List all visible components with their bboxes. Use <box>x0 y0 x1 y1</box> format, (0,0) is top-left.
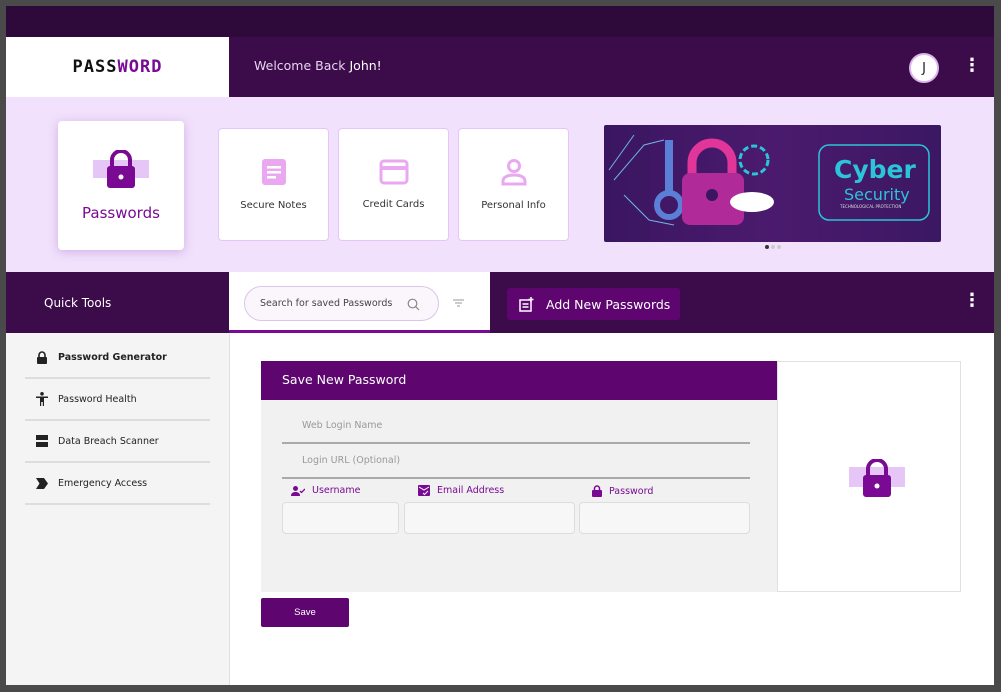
carousel-dot[interactable] <box>771 245 775 249</box>
search-area: Search for saved Passwords <box>229 272 490 333</box>
password-input[interactable] <box>579 502 750 534</box>
welcome-text: Welcome Back John! <box>254 58 382 73</box>
add-new-passwords-button[interactable]: Add New Passwords <box>507 288 680 320</box>
username-label-text: Username <box>312 485 361 496</box>
cyber-security-banner[interactable]: Cyber Security TECHNOLOGICAL PROTECTION <box>604 125 941 242</box>
banner-title: Cyber <box>834 155 916 184</box>
add-note-icon <box>519 296 534 312</box>
password-label: Password <box>592 485 653 497</box>
sidebar-item-data-breach-scanner[interactable]: Data Breach Scanner <box>25 421 210 463</box>
category-panel: Passwords Secure Notes Credit Cards Pers… <box>6 97 994 272</box>
email-input[interactable] <box>404 502 575 534</box>
save-password-form: Web Login Name Login URL (Optional) User… <box>261 400 777 592</box>
carousel-dot[interactable] <box>777 245 781 249</box>
category-label: Credit Cards <box>362 199 425 210</box>
sidebar-label: Password Health <box>58 393 137 405</box>
credit-card-icon <box>379 159 408 185</box>
user-check-icon <box>291 485 305 496</box>
header: PASS WORD Welcome Back John! J ⋮ <box>6 37 994 97</box>
password-label-text: Password <box>609 485 654 497</box>
carousel-dot[interactable] <box>765 245 769 249</box>
email-label-text: Email Address <box>437 485 505 496</box>
logo[interactable]: PASS WORD <box>6 37 229 97</box>
storage-icon <box>36 435 48 447</box>
banner-subtitle: TECHNOLOGICAL PROTECTION <box>839 204 901 209</box>
avatar[interactable]: J <box>909 53 939 83</box>
email-label: Email Address <box>418 485 504 496</box>
sidebar-label: Password Generator <box>58 351 167 363</box>
sidebar-label: Data Breach Scanner <box>58 435 159 447</box>
sidebar-item-emergency-access[interactable]: Emergency Access <box>25 463 210 505</box>
form-illustration-panel <box>777 361 961 592</box>
save-button[interactable]: Save <box>261 598 349 627</box>
lock-icon <box>93 149 149 188</box>
sidebar: Password Generator Password Health Data … <box>6 333 230 685</box>
person-icon <box>501 159 526 186</box>
lock-icon <box>37 350 47 364</box>
note-icon <box>261 159 286 185</box>
username-input[interactable] <box>282 502 399 534</box>
login-url-input[interactable]: Login URL (Optional) <box>282 445 750 479</box>
category-passwords[interactable]: Passwords <box>58 121 184 250</box>
user-name: John! <box>349 58 382 73</box>
label-arrow-icon <box>36 477 48 489</box>
search-input[interactable]: Search for saved Passwords <box>244 286 439 321</box>
accessibility-icon <box>36 392 48 406</box>
lock-icon <box>849 459 905 497</box>
username-label: Username <box>291 485 360 496</box>
search-placeholder: Search for saved Passwords <box>260 298 393 309</box>
carousel-dots[interactable] <box>765 245 781 249</box>
app-window: PASS WORD Welcome Back John! J ⋮ Password… <box>6 6 994 685</box>
category-personal-info[interactable]: Personal Info <box>458 128 569 241</box>
banner-title-2: Security <box>844 185 910 204</box>
web-login-name-input[interactable]: Web Login Name <box>282 410 750 444</box>
more-menu-icon[interactable]: ⋮ <box>963 57 981 75</box>
category-label: Passwords <box>82 203 160 222</box>
sidebar-item-password-health[interactable]: Password Health <box>25 379 210 421</box>
category-secure-notes[interactable]: Secure Notes <box>218 128 329 241</box>
welcome-label: Welcome Back <box>254 58 350 73</box>
logo-text-1: PASS <box>72 57 118 77</box>
top-strip <box>6 6 994 37</box>
sidebar-label: Emergency Access <box>58 477 148 489</box>
lock-icon <box>592 485 602 497</box>
category-credit-cards[interactable]: Credit Cards <box>338 128 449 241</box>
banner-illustration: Cyber Security TECHNOLOGICAL PROTECTION <box>608 134 930 226</box>
logo-text-2: WORD <box>117 57 163 77</box>
add-button-label: Add New Passwords <box>546 296 671 312</box>
quick-tools-bar: Quick Tools Search for saved Passwords A… <box>6 272 994 333</box>
filter-icon[interactable] <box>453 299 464 307</box>
toolbar-more-icon[interactable]: ⋮ <box>963 292 981 310</box>
quick-tools-title: Quick Tools <box>44 296 112 310</box>
category-label: Secure Notes <box>240 200 307 211</box>
mail-check-icon <box>418 485 430 496</box>
form-title: Save New Password <box>261 361 777 400</box>
category-label: Personal Info <box>481 200 546 211</box>
search-icon[interactable] <box>407 298 420 311</box>
sidebar-item-password-generator[interactable]: Password Generator <box>25 337 210 379</box>
